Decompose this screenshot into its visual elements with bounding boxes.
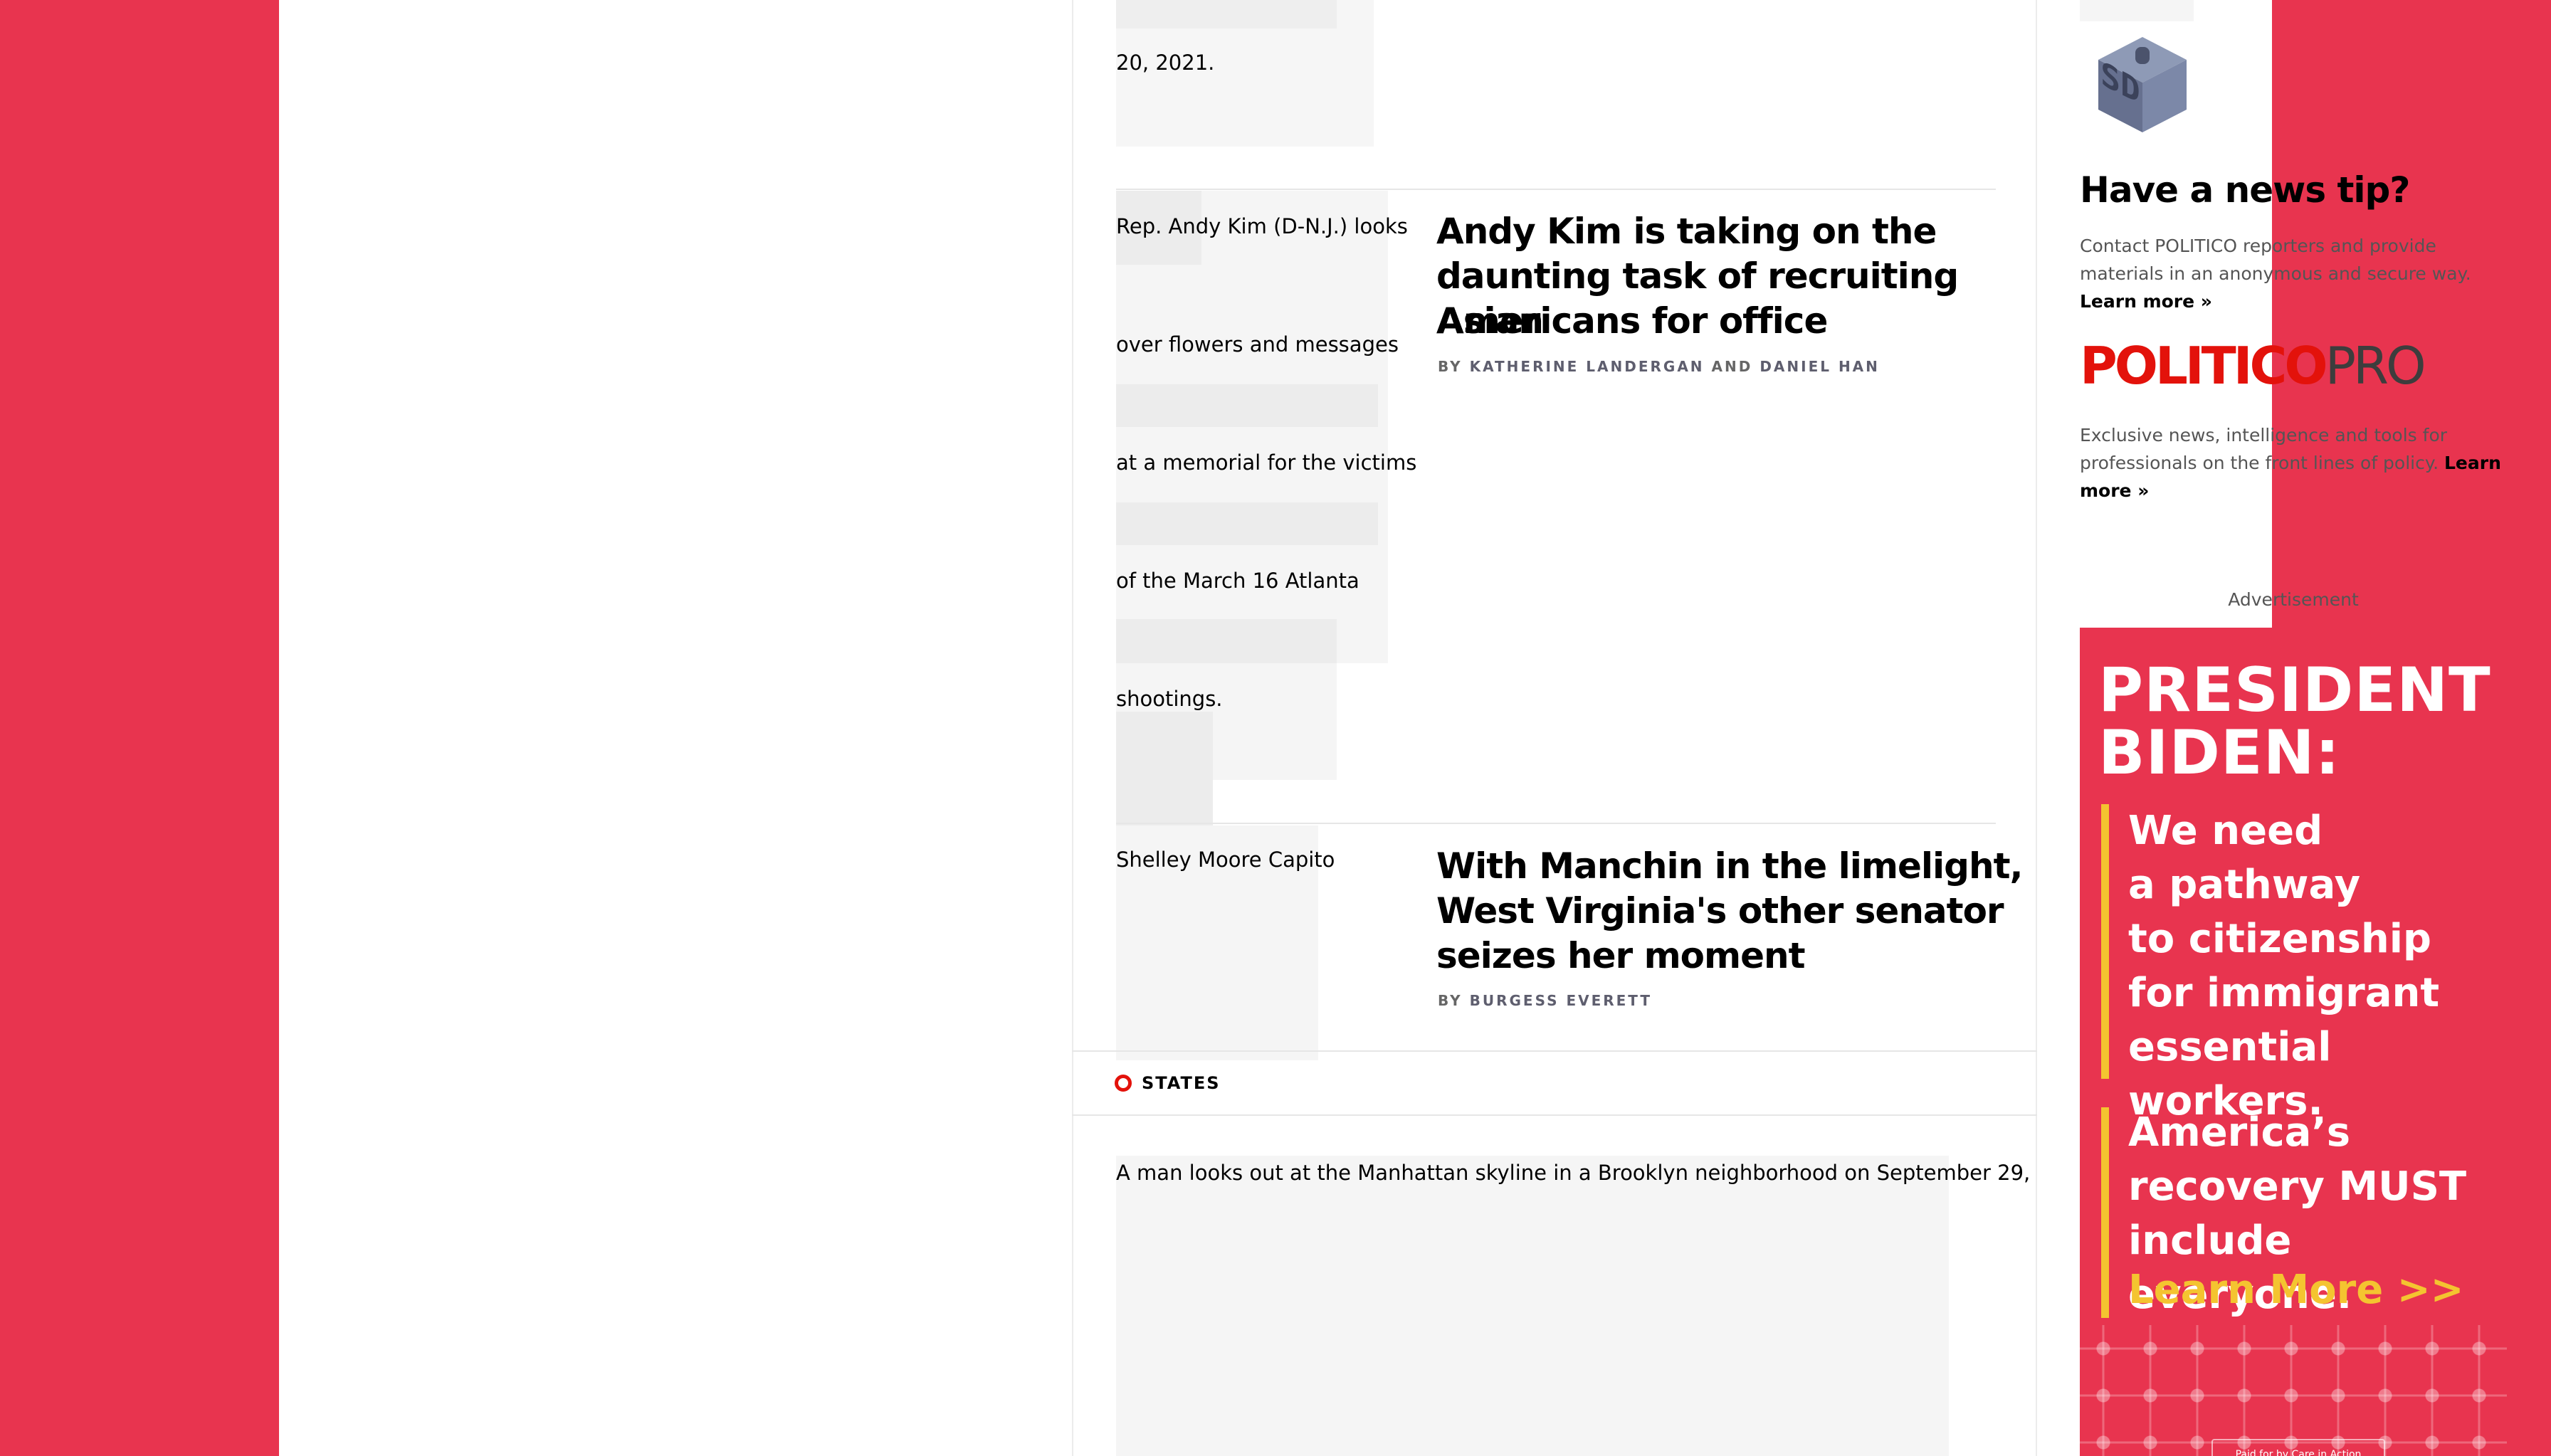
article-image-shade xyxy=(1116,502,1378,545)
article-headline[interactable]: Andy Kim is taking on the xyxy=(1436,209,1937,254)
ad-learn-more-link[interactable]: Learn More >> xyxy=(2128,1267,2464,1313)
politico-pro-logo[interactable]: POLITICOPRO xyxy=(2080,340,2426,391)
advertisement-banner[interactable]: PRESIDENT BIDEN: We need a pathway to ci… xyxy=(2080,628,2507,1456)
top-image-caption: 20, 2021. xyxy=(1116,51,1215,75)
article-headline[interactable]: Americans for office xyxy=(1436,299,1828,344)
news-tip-body: Contact POLITICO reporters and provide m… xyxy=(2080,236,2471,284)
ad-paid-for-disclaimer: Paid for by Care in Action xyxy=(2211,1439,2385,1456)
article-feed: 20, 2021. Rep. Andy Kim (D-N.J.) looks o… xyxy=(1072,0,2037,1456)
article-image-caption-line: of the March 16 Atlanta xyxy=(1116,569,1359,593)
ad-headline: PRESIDENT BIDEN: xyxy=(2098,659,2491,784)
page-background: 20, 2021. Rep. Andy Kim (D-N.J.) looks o… xyxy=(0,0,2551,1456)
article-image-caption-line: Rep. Andy Kim (D-N.J.) looks xyxy=(1116,214,1408,238)
politico-pro-text: Exclusive news, intelligence and tools f… xyxy=(2080,421,2507,505)
ad-accent-bar xyxy=(2101,804,2109,1079)
article-headline[interactable]: seizes her moment xyxy=(1436,934,1806,978)
politico-pro-logo-part1: POLITICO xyxy=(2080,336,2328,396)
secure-drop-cube-icon: SD xyxy=(2098,37,2187,132)
secure-drop-logo[interactable]: SD xyxy=(2093,33,2192,139)
ad-copy-line: for immigrant xyxy=(2128,970,2440,1016)
author-link[interactable]: DANIEL HAN xyxy=(1760,358,1880,375)
byline-prefix: BY xyxy=(1438,358,1463,375)
article-image-shade xyxy=(1116,619,1337,663)
article-divider xyxy=(1116,823,1996,824)
ad-copy-block: We need a pathway to citizenship for imm… xyxy=(2128,804,2507,1129)
author-link[interactable]: KATHERINE LANDERGAN xyxy=(1470,358,1705,375)
article-headline[interactable]: With Manchin in the limelight, xyxy=(1436,844,2023,889)
article-image-caption-line: over flowers and messages xyxy=(1116,332,1399,357)
author-link[interactable]: BURGESS EVERETT xyxy=(1470,992,1652,1009)
article-image-shade xyxy=(1116,384,1378,427)
ad-headline-line: PRESIDENT xyxy=(2098,655,2491,726)
ad-copy-line: America’s xyxy=(2128,1109,2351,1156)
section-header-states[interactable]: STATES xyxy=(1072,1050,2037,1116)
ad-decorative-pattern xyxy=(2080,1325,2507,1456)
advertisement-label: Advertisement xyxy=(2228,589,2359,610)
ad-headline-line: BIDEN: xyxy=(2098,717,2341,788)
article-image-caption-line: at a memorial for the victims xyxy=(1116,450,1417,475)
article-image-caption-line: shootings. xyxy=(1116,687,1223,711)
ad-copy-line: We need xyxy=(2128,808,2323,854)
ad-copy-line: a pathway xyxy=(2128,862,2361,908)
article-headline[interactable]: West Virginia's other senator xyxy=(1436,889,2004,934)
ad-copy-line: to citizenship xyxy=(2128,916,2432,962)
article-byline: BY KATHERINE LANDERGAN AND DANIEL HAN xyxy=(1438,358,1880,375)
page-sheet: 20, 2021. Rep. Andy Kim (D-N.J.) looks o… xyxy=(279,0,2507,1456)
section-ring-icon xyxy=(1115,1075,1132,1092)
byline-prefix: BY xyxy=(1438,992,1463,1009)
news-tip-learn-more-link[interactable]: Learn more » xyxy=(2080,291,2212,312)
news-tip-title: Have a news tip? xyxy=(2080,169,2410,211)
rail-top-stub xyxy=(2080,0,2194,21)
article-byline: BY BURGESS EVERETT xyxy=(1438,992,1652,1009)
article-image-caption-line: Shelley Moore Capito xyxy=(1116,848,1335,872)
byline-joiner: AND xyxy=(1711,358,1753,375)
article-image[interactable] xyxy=(1116,1156,1949,1456)
ad-copy-line: recovery MUST xyxy=(2128,1164,2467,1210)
politico-pro-logo-part2: PRO xyxy=(2325,336,2426,396)
article-divider xyxy=(1116,189,1996,190)
section-label[interactable]: STATES xyxy=(1142,1073,1221,1093)
article-image-caption: A man looks out at the Manhattan skyline… xyxy=(1116,1161,2031,1185)
politico-pro-body: Exclusive news, intelligence and tools f… xyxy=(2080,425,2448,473)
ad-accent-bar xyxy=(2101,1107,2109,1318)
news-tip-text: Contact POLITICO reporters and provide m… xyxy=(2080,232,2507,315)
